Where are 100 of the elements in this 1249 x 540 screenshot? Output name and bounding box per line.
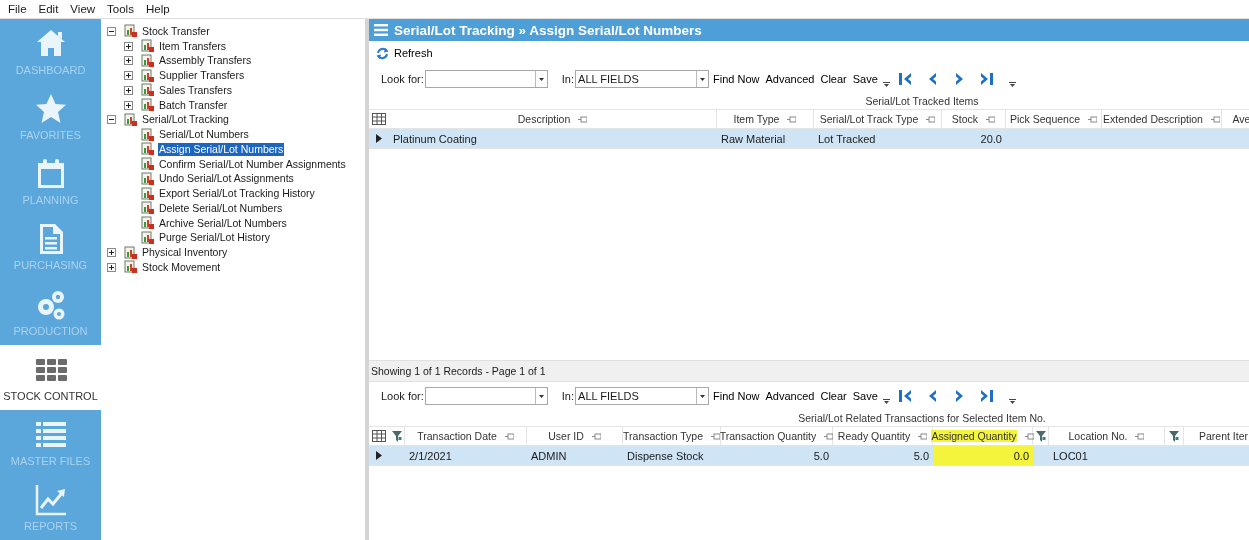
look-for-field[interactable]	[424, 387, 548, 405]
pin-icon[interactable]	[824, 432, 834, 440]
chart-document-icon	[140, 127, 154, 142]
column-header[interactable]: Item Type	[733, 113, 780, 125]
expand-icon[interactable]	[124, 100, 133, 110]
table-cell: Lot Tracked	[818, 132, 876, 145]
tree-item[interactable]: Stock Movement	[141, 260, 222, 274]
expand-icon[interactable]	[107, 262, 116, 272]
table-row[interactable]: 2/1/2021 ADMIN Dispense Stock 5.0 5.0 0.0 LOC01	[369, 446, 1249, 466]
clear-button[interactable]: Clear	[818, 390, 849, 402]
nav-label: STOCK CONTROL	[3, 389, 98, 402]
advanced-button[interactable]: Advanced	[763, 73, 817, 85]
chart-document-icon	[140, 216, 154, 231]
advanced-button[interactable]: Advanced	[763, 390, 817, 402]
save-button[interactable]: Save	[850, 73, 880, 85]
nav-item[interactable]: STOCK CONTROL	[0, 344, 101, 410]
tree-item[interactable]: Purge Serial/Lot History	[158, 231, 271, 245]
column-header[interactable]: Serial/Lot Track Type	[819, 113, 919, 125]
row-pointer-icon	[376, 134, 382, 143]
pin-icon[interactable]	[787, 115, 797, 123]
expand-icon[interactable]	[124, 85, 133, 95]
overflow-icon[interactable]	[1008, 398, 1016, 404]
column-header[interactable]: Parent Iter	[1199, 430, 1248, 442]
tree-item[interactable]: Assign Serial/Lot Numbers	[158, 142, 285, 156]
tree-item[interactable]: Item Transfers	[158, 39, 228, 53]
pin-icon[interactable]	[918, 432, 928, 440]
column-header[interactable]: Stock	[951, 113, 979, 125]
tree-item[interactable]: Serial/Lot Numbers	[158, 128, 250, 142]
find-now-button[interactable]: Find Now	[711, 73, 762, 85]
menu-item[interactable]: Tools	[101, 3, 140, 15]
find-now-button[interactable]: Find Now	[711, 390, 762, 402]
tree-item[interactable]: Confirm Serial/Lot Number Assignments	[158, 157, 347, 171]
column-header[interactable]: Location No.	[1068, 430, 1128, 442]
table-row[interactable]: Platinum Coating Raw Material Lot Tracked 20.0	[369, 129, 1249, 149]
column-header[interactable]: Ready Quantity	[837, 430, 911, 442]
column-header[interactable]: Extended Description	[1103, 113, 1203, 125]
pin-icon[interactable]	[711, 432, 720, 440]
column-header[interactable]: Assigned Quantity	[931, 430, 1017, 442]
clear-button[interactable]: Clear	[818, 73, 849, 85]
fields-dropdown[interactable]: ALL FIELDS	[575, 70, 710, 88]
overflow-icon[interactable]	[1008, 81, 1016, 87]
first-page-icon[interactable]	[897, 388, 913, 404]
column-header[interactable]: Pick Sequence	[1009, 113, 1080, 125]
tree-item[interactable]: Export Serial/Lot Tracking History	[158, 187, 316, 201]
pin-icon[interactable]	[578, 115, 588, 123]
column-header[interactable]: Description	[517, 113, 571, 125]
last-page-icon[interactable]	[978, 388, 994, 404]
refresh-button[interactable]: Refresh	[374, 45, 435, 61]
tree-item[interactable]: Supplier Transfers	[158, 69, 246, 83]
tree-item[interactable]: Archive Serial/Lot Numbers	[158, 216, 288, 230]
column-header[interactable]: Transaction Quantity	[719, 430, 817, 442]
expand-icon[interactable]	[124, 41, 133, 51]
save-button[interactable]: Save	[850, 390, 880, 402]
tree-item[interactable]: Stock Transfer	[141, 24, 211, 38]
pin-icon[interactable]	[1088, 115, 1097, 123]
collapse-icon[interactable]	[107, 26, 116, 36]
pin-icon[interactable]	[1135, 432, 1145, 440]
tree-item[interactable]: Sales Transfers	[158, 83, 233, 97]
pin-icon[interactable]	[504, 432, 514, 440]
expand-icon[interactable]	[124, 71, 133, 81]
nav-label: MASTER FILES	[10, 454, 91, 467]
filter-icon[interactable]	[1035, 430, 1046, 442]
chart-document-icon	[140, 230, 154, 245]
menu-item[interactable]: File	[2, 3, 33, 15]
filter-icon[interactable]	[1169, 430, 1179, 442]
column-header[interactable]: Transaction Type	[623, 430, 703, 442]
tree-item[interactable]: Delete Serial/Lot Numbers	[158, 201, 284, 215]
overflow-icon[interactable]	[882, 81, 890, 87]
filter-icon[interactable]	[391, 430, 402, 442]
grid-menu-icon[interactable]	[372, 430, 386, 442]
pin-icon[interactable]	[1024, 432, 1034, 440]
pin-icon[interactable]	[926, 115, 936, 123]
pin-icon[interactable]	[1210, 115, 1220, 123]
status-text: Showing 1 of 1 Records - Page 1 of 1	[369, 360, 1249, 382]
menu-item[interactable]: Help	[139, 3, 176, 15]
fields-dropdown[interactable]: ALL FIELDS	[575, 387, 710, 405]
pin-icon[interactable]	[591, 432, 601, 440]
overflow-icon[interactable]	[882, 398, 890, 404]
column-header[interactable]: Ave	[1232, 113, 1249, 125]
row-pointer-icon	[376, 451, 382, 460]
tree-item[interactable]: Physical Inventory	[141, 246, 229, 260]
collapse-icon[interactable]	[107, 115, 116, 125]
last-page-icon[interactable]	[978, 71, 994, 87]
pin-icon[interactable]	[986, 115, 996, 123]
table-cell: 0.0	[1013, 449, 1029, 462]
look-for-field[interactable]	[424, 70, 548, 88]
menu-item[interactable]: Edit	[32, 3, 65, 15]
tree-item[interactable]: Assembly Transfers	[158, 54, 253, 68]
menu-item[interactable]: View	[64, 3, 102, 15]
tree-item[interactable]: Undo Serial/Lot Assignments	[158, 172, 295, 186]
expand-icon[interactable]	[124, 56, 133, 66]
grid-menu-icon[interactable]	[372, 113, 386, 125]
first-page-icon[interactable]	[897, 71, 913, 87]
tree-item[interactable]: Batch Transfer	[158, 98, 229, 112]
menu-icon[interactable]	[374, 24, 388, 36]
expand-icon[interactable]	[107, 248, 116, 258]
column-header[interactable]: Transaction Date	[417, 430, 497, 442]
column-header[interactable]: User ID	[548, 430, 584, 442]
table-cell: 20.0	[980, 132, 1002, 145]
tree-item[interactable]: Serial/Lot Tracking	[141, 113, 230, 127]
